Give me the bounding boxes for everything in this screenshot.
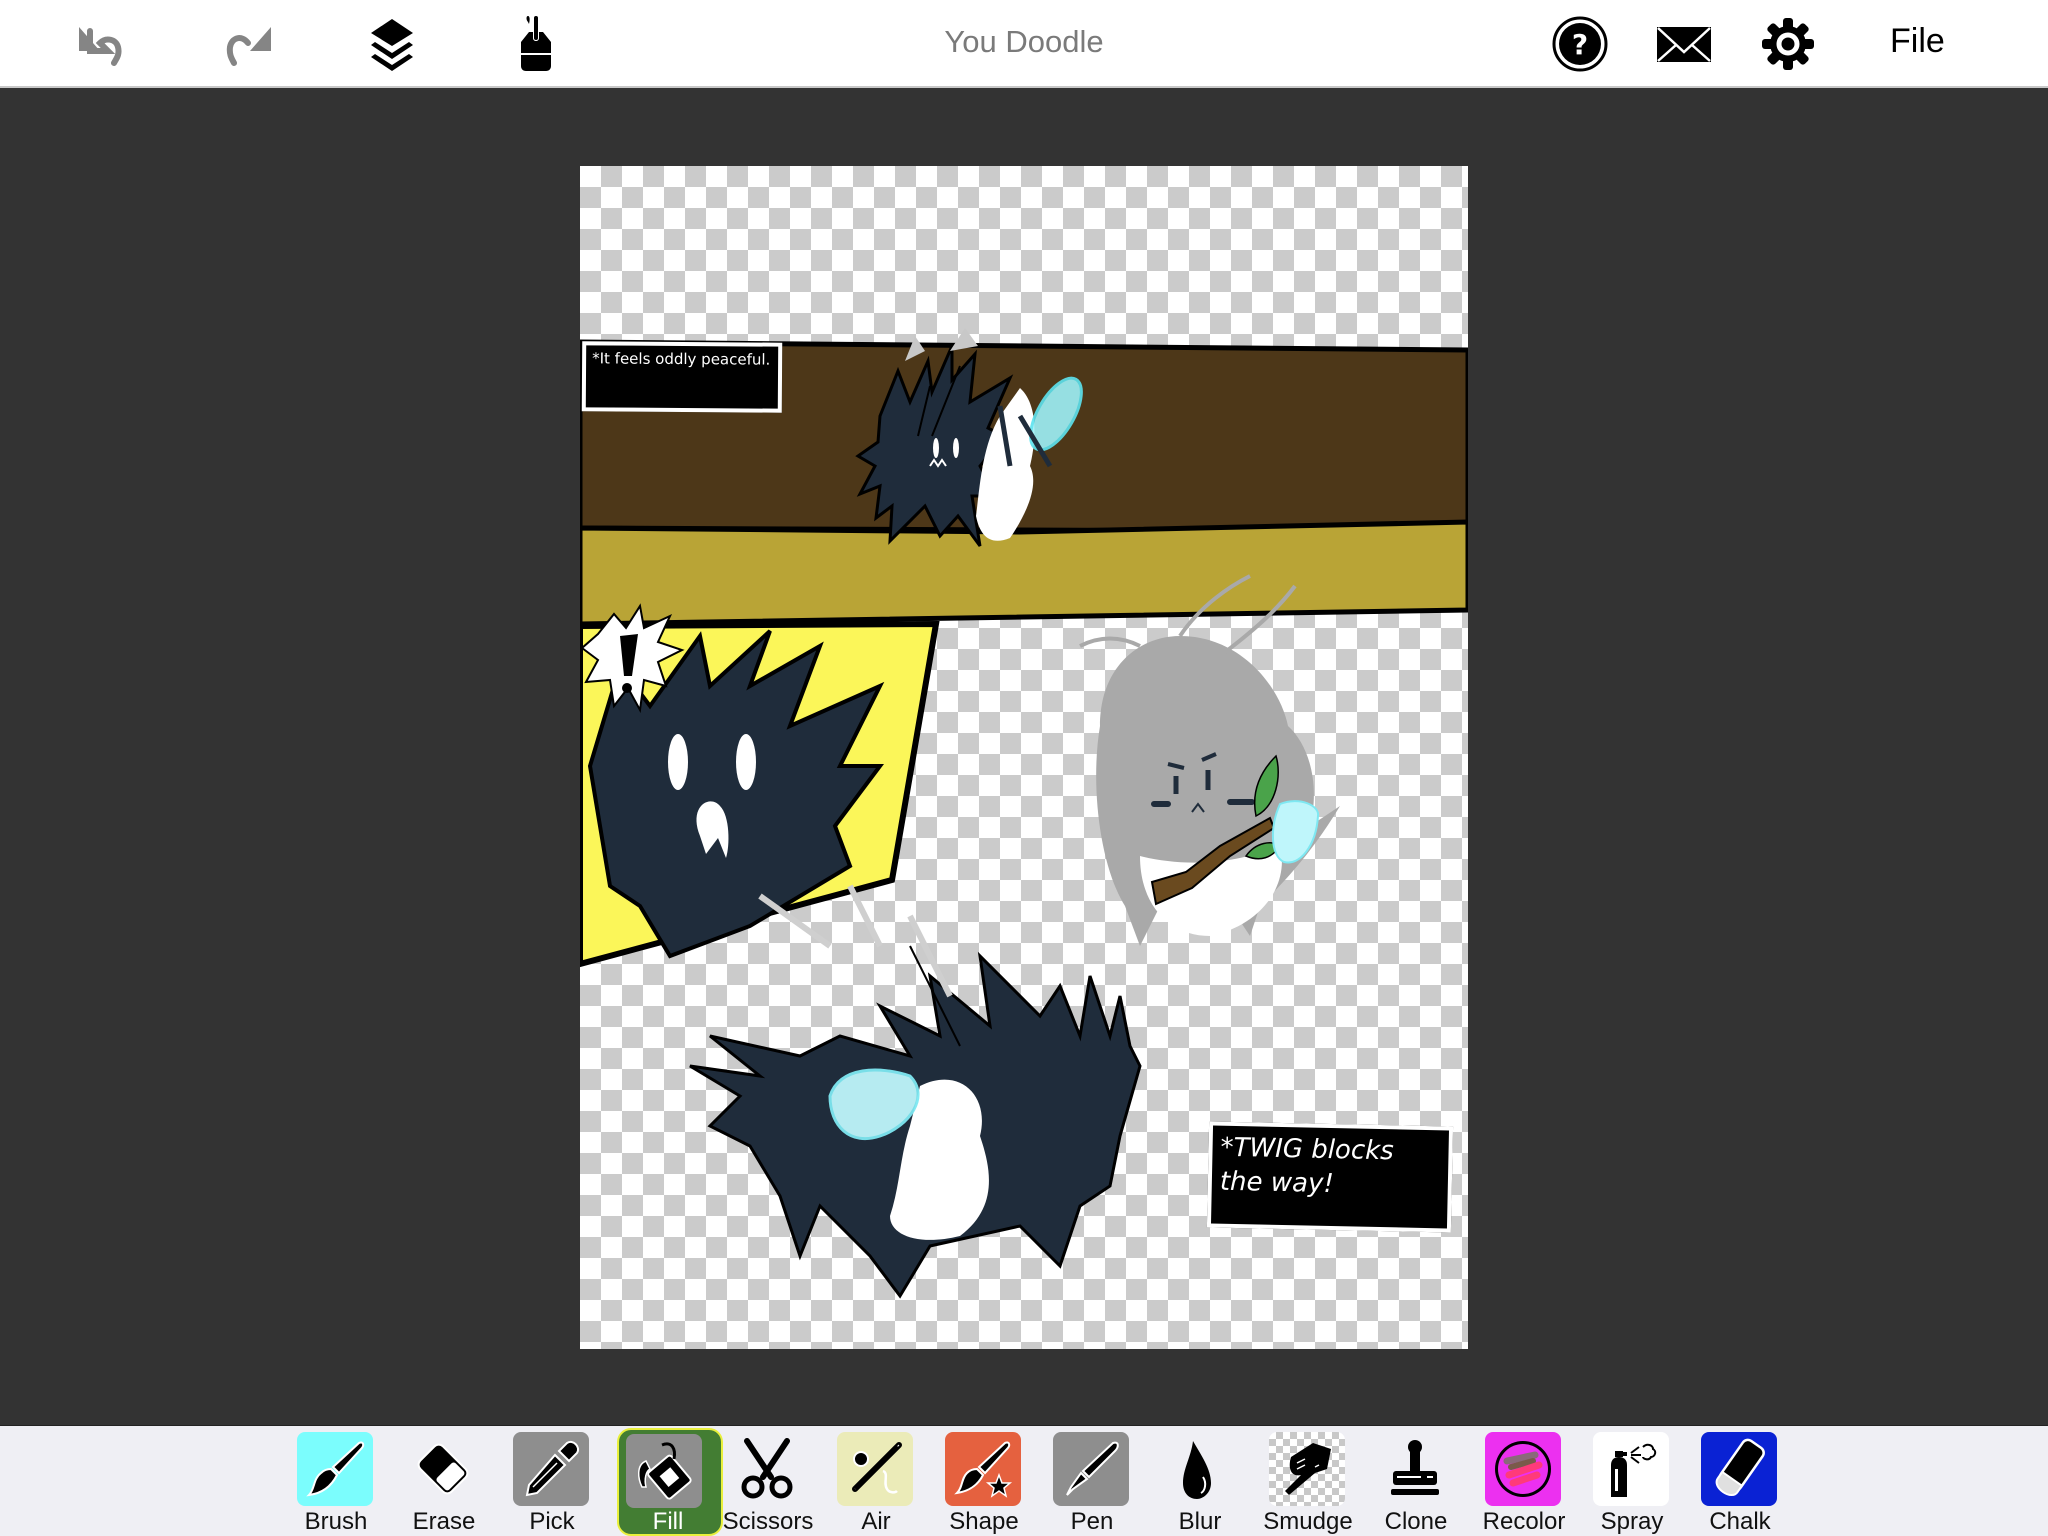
brush-star-icon [945, 1432, 1021, 1506]
app-title: You Doodle [944, 24, 1104, 59]
tool-label: Clone [1384, 1508, 1448, 1535]
stamp-icon [1377, 1432, 1453, 1506]
layers-icon [371, 19, 413, 71]
file-menu-button[interactable]: File [1890, 22, 1945, 61]
caption-box: *It feels oddly peaceful. [581, 341, 783, 413]
envelope-icon [1657, 27, 1711, 62]
tool-erase[interactable]: Erase [390, 1426, 498, 1536]
mail-button[interactable] [1654, 14, 1714, 74]
eyedropper-icon [513, 1432, 589, 1506]
tool-label: Blur [1178, 1508, 1222, 1535]
tool-brush[interactable]: Brush [282, 1426, 390, 1536]
chalk-icon [1701, 1432, 1777, 1506]
help-button[interactable]: ? [1550, 14, 1610, 74]
tool-label: Fill [652, 1508, 684, 1535]
settings-button[interactable] [1758, 14, 1818, 74]
paint-pot-icon [521, 16, 551, 71]
top-toolbar: You Doodle ? File [0, 0, 2048, 88]
tool-chalk[interactable]: Chalk [1686, 1426, 1794, 1536]
svg-text:?: ? [1572, 28, 1588, 61]
gear-icon [1762, 18, 1814, 70]
scissors-icon [729, 1432, 805, 1506]
drawing-canvas[interactable]: *It feels oddly peaceful. *TWIG blocks t… [580, 166, 1468, 1349]
tool-smudge[interactable]: Smudge [1254, 1426, 1362, 1536]
tool-label: Brush [304, 1508, 368, 1535]
tool-label: Shape [949, 1508, 1019, 1535]
tool-label: Scissors [722, 1508, 814, 1535]
tool-pick[interactable]: Pick [498, 1426, 606, 1536]
tool-clone[interactable]: Clone [1362, 1426, 1470, 1536]
tool-recolor[interactable]: Recolor [1470, 1426, 1578, 1536]
tool-fill[interactable]: Fill [606, 1426, 723, 1536]
paint-pot-button[interactable] [506, 14, 566, 74]
tool-label: Smudge [1263, 1508, 1353, 1535]
tool-shape[interactable]: Shape [930, 1426, 1038, 1536]
droplet-icon [1161, 1432, 1237, 1506]
tool-blur[interactable]: Blur [1146, 1426, 1254, 1536]
tool-palette: Brush Erase Pick Fill Scissors Air Shape… [0, 1426, 2048, 1536]
tool-label: Pick [529, 1508, 575, 1535]
tool-pen[interactable]: Pen [1038, 1426, 1146, 1536]
layers-button[interactable] [362, 14, 422, 74]
panel-1-floor [580, 519, 1468, 627]
tool-scissors[interactable]: Scissors [714, 1426, 822, 1536]
eraser-icon [405, 1432, 481, 1506]
recolor-circle-icon [1485, 1432, 1561, 1506]
caption-box: *TWIG blocks the way! [1206, 1121, 1454, 1233]
undo-button[interactable] [74, 14, 134, 74]
airbrush-icon [837, 1432, 913, 1506]
large-creature [689, 884, 1142, 1299]
paintbrush-icon [297, 1432, 373, 1506]
grey-creature-twig [1079, 574, 1340, 946]
help-circle-icon: ? [1552, 16, 1608, 72]
tool-label: Air [861, 1508, 891, 1535]
undo-icon [79, 27, 122, 66]
paint-bucket-icon [626, 1434, 702, 1508]
tool-spray[interactable]: Spray [1578, 1426, 1686, 1536]
tool-label: Recolor [1482, 1508, 1566, 1535]
tool-label: Spray [1600, 1508, 1664, 1535]
redo-button[interactable] [216, 14, 276, 74]
tool-label: Pen [1070, 1508, 1114, 1535]
tool-air[interactable]: Air [822, 1426, 930, 1536]
tool-label: Chalk [1709, 1508, 1771, 1535]
spray-can-icon [1593, 1432, 1669, 1506]
fountain-pen-icon [1053, 1432, 1129, 1506]
tool-label: Erase [412, 1508, 476, 1535]
smudge-finger-icon [1269, 1432, 1345, 1506]
redo-icon [226, 27, 271, 66]
